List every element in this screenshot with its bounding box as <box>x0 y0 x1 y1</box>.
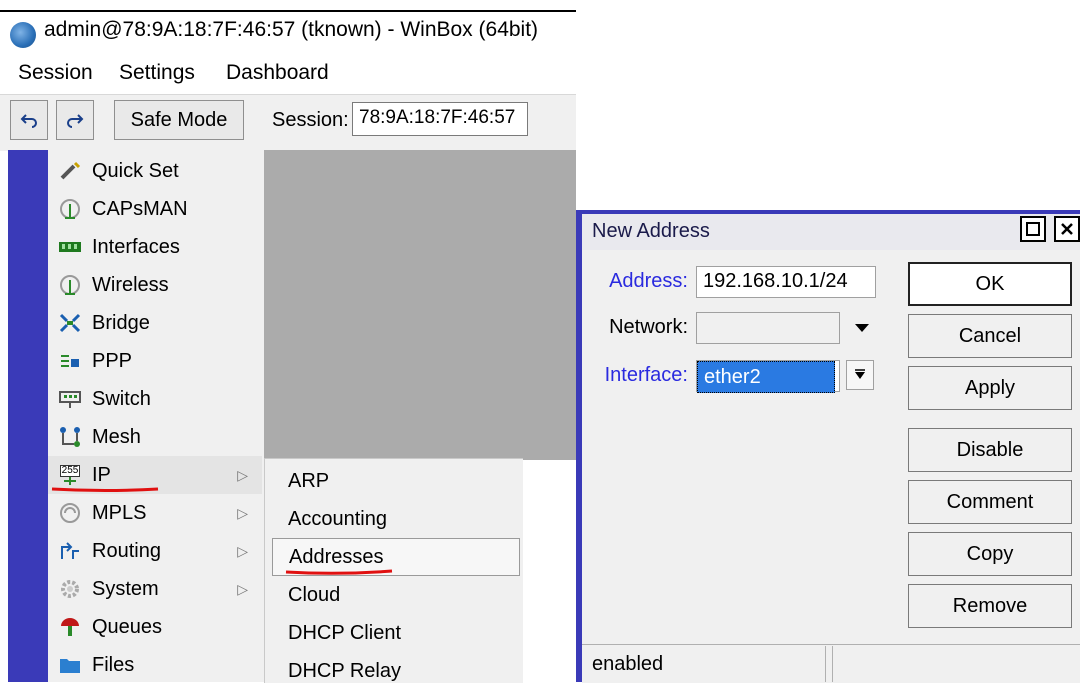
dropdown-arrow-icon <box>855 369 865 379</box>
sidebar-item-label: Bridge <box>92 311 150 334</box>
submenu-arrow-icon: ▷ <box>237 466 248 483</box>
submenu-arrow-icon: ▷ <box>237 580 248 597</box>
interface-label: Interface: <box>604 364 688 386</box>
network-dropdown-button[interactable] <box>850 318 874 338</box>
red-underline-annotation <box>285 569 393 575</box>
sidebar-item-mpls[interactable]: MPLS ▷ <box>48 494 262 532</box>
submenu-item-accounting[interactable]: Accounting <box>272 500 520 538</box>
bridge-icon <box>58 312 82 334</box>
folder-icon <box>58 654 82 676</box>
close-button[interactable] <box>1054 216 1080 242</box>
submenu-item-dhcp-client[interactable]: DHCP Client <box>272 614 520 652</box>
submenu-arrow-icon: ▷ <box>237 542 248 559</box>
sidebar-item-label: IP <box>92 463 111 486</box>
ppp-icon <box>58 350 82 372</box>
side-banner <box>8 150 48 682</box>
remove-button[interactable]: Remove <box>908 584 1072 628</box>
sidebar-item-label: Mesh <box>92 425 141 448</box>
sidebar-item-ppp[interactable]: PPP <box>48 342 262 380</box>
sidebar-item-label: Switch <box>92 387 151 410</box>
ip-icon-text: 255 <box>59 465 81 477</box>
submenu-item-arp[interactable]: ARP <box>272 462 520 500</box>
sidebar-item-label: Files <box>92 653 135 676</box>
network-input[interactable] <box>696 312 840 344</box>
menu-settings[interactable]: Settings <box>119 61 195 85</box>
session-label: Session: <box>272 109 349 131</box>
red-underline-annotation <box>51 487 159 492</box>
submenu-item-cloud[interactable]: Cloud <box>272 576 520 614</box>
network-label: Network: <box>609 316 688 338</box>
ok-button[interactable]: OK <box>908 262 1072 306</box>
sidebar-item-interfaces[interactable]: Interfaces <box>48 228 262 266</box>
gear-icon <box>58 578 82 600</box>
dropdown-arrow-icon <box>855 324 869 332</box>
interfaces-icon <box>58 236 82 258</box>
sidebar-item-routing[interactable]: Routing ▷ <box>48 532 262 570</box>
session-field[interactable]: 78:9A:18:7F:46:57 <box>352 102 528 136</box>
sidebar-item-wireless[interactable]: Wireless <box>48 266 262 304</box>
redo-button[interactable] <box>56 100 94 140</box>
submenu-item-dhcp-relay[interactable]: DHCP Relay <box>272 652 520 690</box>
window-title: admin@78:9A:18:7F:46:57 (tknown) - WinBo… <box>44 18 539 41</box>
antenna-icon <box>58 198 82 220</box>
sidebar-item-label: Routing <box>92 539 161 562</box>
menu-dashboard[interactable]: Dashboard <box>226 61 329 85</box>
mpls-icon <box>58 502 82 524</box>
sidebar-item-files[interactable]: Files <box>48 646 262 684</box>
cancel-button[interactable]: Cancel <box>908 314 1072 358</box>
close-icon <box>1061 223 1073 235</box>
status-cell-empty <box>832 646 1078 682</box>
safe-mode-button[interactable]: Safe Mode <box>114 100 244 140</box>
sidebar-item-bridge[interactable]: Bridge <box>48 304 262 342</box>
sidebar-item-label: PPP <box>92 349 133 372</box>
menu-session[interactable]: Session <box>18 61 93 85</box>
sidebar-item-quick-set[interactable]: Quick Set <box>48 152 262 190</box>
maximize-button[interactable] <box>1020 216 1046 242</box>
mesh-icon <box>58 426 82 448</box>
workspace-area <box>264 150 576 460</box>
interface-select[interactable]: ether2 <box>696 360 840 393</box>
status-text: enabled <box>584 646 826 682</box>
sidebar-item-label: Quick Set <box>92 159 179 182</box>
sidebar-item-label: CAPsMAN <box>92 197 188 220</box>
copy-button[interactable]: Copy <box>908 532 1072 576</box>
sidebar-item-label: MPLS <box>92 501 147 524</box>
sidebar-item-queues[interactable]: Queues <box>48 608 262 646</box>
apply-button[interactable]: Apply <box>908 366 1072 410</box>
comment-button[interactable]: Comment <box>908 480 1072 524</box>
wand-icon <box>58 160 82 182</box>
disable-button[interactable]: Disable <box>908 428 1072 472</box>
sidebar-item-switch[interactable]: Switch <box>48 380 262 418</box>
routing-icon <box>58 540 82 562</box>
dialog-title: New Address <box>592 220 710 242</box>
sidebar-item-label: Queues <box>92 615 163 638</box>
winbox-logo-icon <box>10 22 36 48</box>
address-label: Address: <box>609 270 688 292</box>
ip-icon: 255 <box>58 464 82 486</box>
queues-icon <box>58 616 82 638</box>
undo-icon <box>20 114 37 128</box>
switch-icon <box>58 388 82 410</box>
interface-selected-value: ether2 <box>697 361 835 393</box>
sidebar-item-label: System <box>92 577 159 600</box>
sidebar-item-system[interactable]: System ▷ <box>48 570 262 608</box>
sidebar-item-mesh[interactable]: Mesh <box>48 418 262 456</box>
sidebar-item-label: Wireless <box>92 273 169 296</box>
address-input[interactable]: 192.168.10.1/24 <box>696 266 876 298</box>
undo-button[interactable] <box>10 100 48 140</box>
wireless-icon <box>58 274 82 296</box>
maximize-icon <box>1026 222 1040 236</box>
redo-icon <box>67 114 84 128</box>
submenu-arrow-icon: ▷ <box>237 504 248 521</box>
sidebar-item-label: Interfaces <box>92 235 180 258</box>
sidebar-item-capsman[interactable]: CAPsMAN <box>48 190 262 228</box>
interface-dropdown-button[interactable] <box>846 360 874 390</box>
